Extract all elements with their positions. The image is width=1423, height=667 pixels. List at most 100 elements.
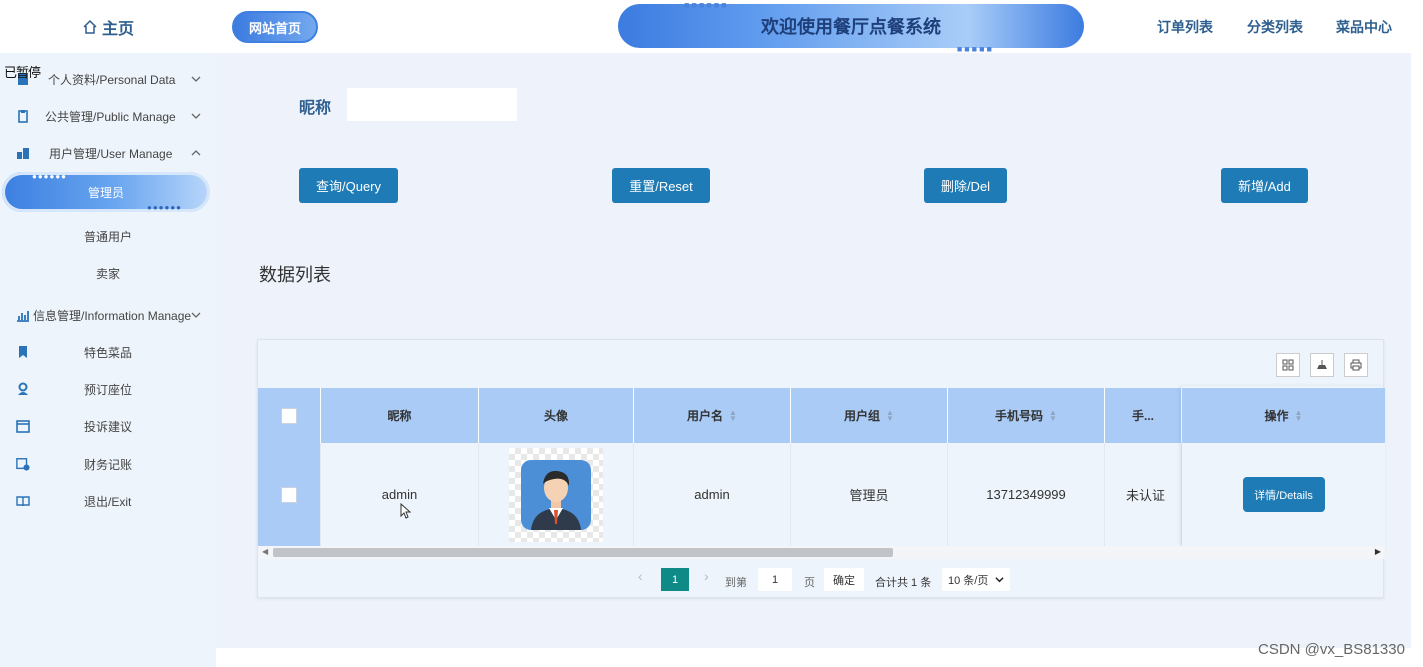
select-all-checkbox[interactable] [281,407,297,424]
delete-button[interactable]: 删除/Del [924,168,1007,203]
bookmark-icon [16,345,30,359]
cell-avatar [479,443,634,546]
select-all-cell [258,388,321,443]
chevron-down-icon [191,113,201,119]
nav-dish-center[interactable]: 菜品中心 [1336,17,1392,37]
decor-dots: ●●●●●● [147,203,182,212]
row-checkbox[interactable] [281,486,297,503]
column-header-group[interactable]: 用户组 ▲ ▼ [791,388,948,443]
column-label: 操作 [1264,409,1289,423]
avatar-image [521,459,591,530]
menu-label: 投诉建议 [84,419,133,434]
menu-information-manage[interactable]: 信息管理/Information Manage [0,300,216,330]
column-header-cert: 手... [1105,388,1182,443]
clipboard-icon [16,109,30,123]
menu-label: 特色菜品 [84,345,133,360]
scroll-right-icon[interactable]: ▶ [1375,547,1381,556]
menu-label: 个人资料/Personal Data [48,72,176,87]
sort-icon: ▲ ▼ [729,407,737,423]
welcome-banner: ■■■■■■ 欢迎使用餐厅点餐系统 ■■■■■ [618,0,1084,54]
cell-action: 详情/Details [1182,443,1385,546]
horizontal-scrollbar[interactable]: ◀ ▶ [258,546,1385,559]
submenu-admin[interactable]: ●●●●●● 管理员 ●●●●●● [2,172,210,212]
avatar [509,447,603,542]
column-header-action[interactable]: 操作 ▲ ▼ [1184,388,1383,443]
column-header-avatar: 头像 [479,388,634,443]
cell-cert: 未认证 [1105,443,1182,546]
home-icon [83,19,97,34]
decor-dots: ■■■■■■ [684,0,729,10]
chevron-down-icon [995,577,1004,583]
next-page-icon[interactable]: › [704,568,709,584]
page-size-select[interactable]: 10 条/页 [942,568,1010,591]
nickname-input[interactable] [347,88,517,121]
cell-group: 管理员 [791,443,948,546]
column-label: 手机号码 [995,409,1044,423]
column-label: 用户名 [687,409,724,423]
prev-page-icon[interactable]: ‹ [638,568,643,584]
reset-button[interactable]: 重置/Reset [612,168,710,203]
cell-phone: 13712349999 [948,443,1105,546]
cell-username: admin [634,443,791,546]
menu-exit[interactable]: 退出/Exit [0,486,216,516]
nav-order-list[interactable]: 订单列表 [1157,17,1213,37]
goto-prefix: 到第 [725,577,747,589]
person-icon [16,382,30,396]
menu-reserve-seat[interactable]: 预订座位 [0,374,216,404]
scroll-left-icon[interactable]: ◀ [262,547,268,556]
menu-public-manage[interactable]: 公共管理/Public Manage [0,101,216,131]
chevron-up-icon [191,150,201,156]
calendar-check-icon [16,457,30,471]
paused-overlay-text: 已暂停 [4,65,41,80]
calendar-icon [16,419,30,433]
users-icon [16,146,30,160]
sort-icon: ▲ ▼ [1294,407,1303,423]
menu-label: 预订座位 [84,382,133,397]
details-button[interactable]: 详情/Details [1242,477,1325,512]
bottom-strip [216,648,1423,667]
nickname-label: 昵称 [299,100,332,117]
decor-dots: ●●●●●● [32,172,67,181]
submenu-normal-user[interactable]: 普通用户 [0,223,216,249]
chevron-down-icon [191,312,201,318]
export-icon[interactable] [1310,353,1334,377]
banner-title: 欢迎使用餐厅点餐系统 [761,17,941,37]
menu-user-manage[interactable]: 用户管理/User Manage [0,138,216,168]
goto-confirm-button[interactable]: 确定 [824,568,864,591]
right-gutter [1411,53,1423,648]
menu-finance[interactable]: 财务记账 [0,449,216,479]
home-link[interactable]: 主页 [0,0,216,53]
column-label: 用户组 [844,409,881,423]
columns-icon[interactable] [1276,353,1300,377]
nav-category-list[interactable]: 分类列表 [1247,17,1303,37]
menu-label: 退出/Exit [84,494,132,509]
submenu-label: 管理员 [87,185,124,200]
column-label: 昵称 [387,409,412,423]
top-header: 网站首页 ■■■■■■ 欢迎使用餐厅点餐系统 ■■■■■ 订单列表 分类列表 菜… [216,0,1423,54]
submenu-seller[interactable]: 卖家 [0,260,216,286]
menu-label: 用户管理/User Manage [49,146,173,161]
row-select-cell [258,443,321,546]
column-label: 手... [1131,409,1154,423]
menu-complaints[interactable]: 投诉建议 [0,411,216,441]
data-list-title: 数据列表 [259,265,331,285]
menu-featured-dishes[interactable]: 特色菜品 [0,337,216,367]
fixed-action-column: 操作 ▲ ▼ 详情/Details [1182,386,1385,546]
sort-icon: ▲ ▼ [886,407,894,423]
total-count: 合计共 1 条 [875,577,932,589]
column-header-username[interactable]: 用户名 ▲ ▼ [634,388,791,443]
website-home-button[interactable]: 网站首页 [232,11,318,43]
menu-label: 信息管理/Information Manage [33,308,192,323]
query-button[interactable]: 查询/Query [299,168,398,203]
goto-suffix: 页 [804,577,815,589]
sidebar: 主页 已暂停 个人资料/Personal Data 公共管理/Public Ma… [0,0,216,667]
scrollbar-thumb[interactable] [273,548,893,557]
page-1-button[interactable]: 1 [661,568,689,591]
sort-icon: ▲ ▼ [1049,407,1057,423]
column-header-phone[interactable]: 手机号码 ▲ ▼ [948,388,1105,443]
print-icon[interactable] [1344,353,1368,377]
menu-label: 公共管理/Public Manage [45,109,176,124]
column-header-nickname: 昵称 [321,388,479,443]
goto-page-input[interactable] [758,568,792,591]
add-button[interactable]: 新增/Add [1221,168,1308,203]
